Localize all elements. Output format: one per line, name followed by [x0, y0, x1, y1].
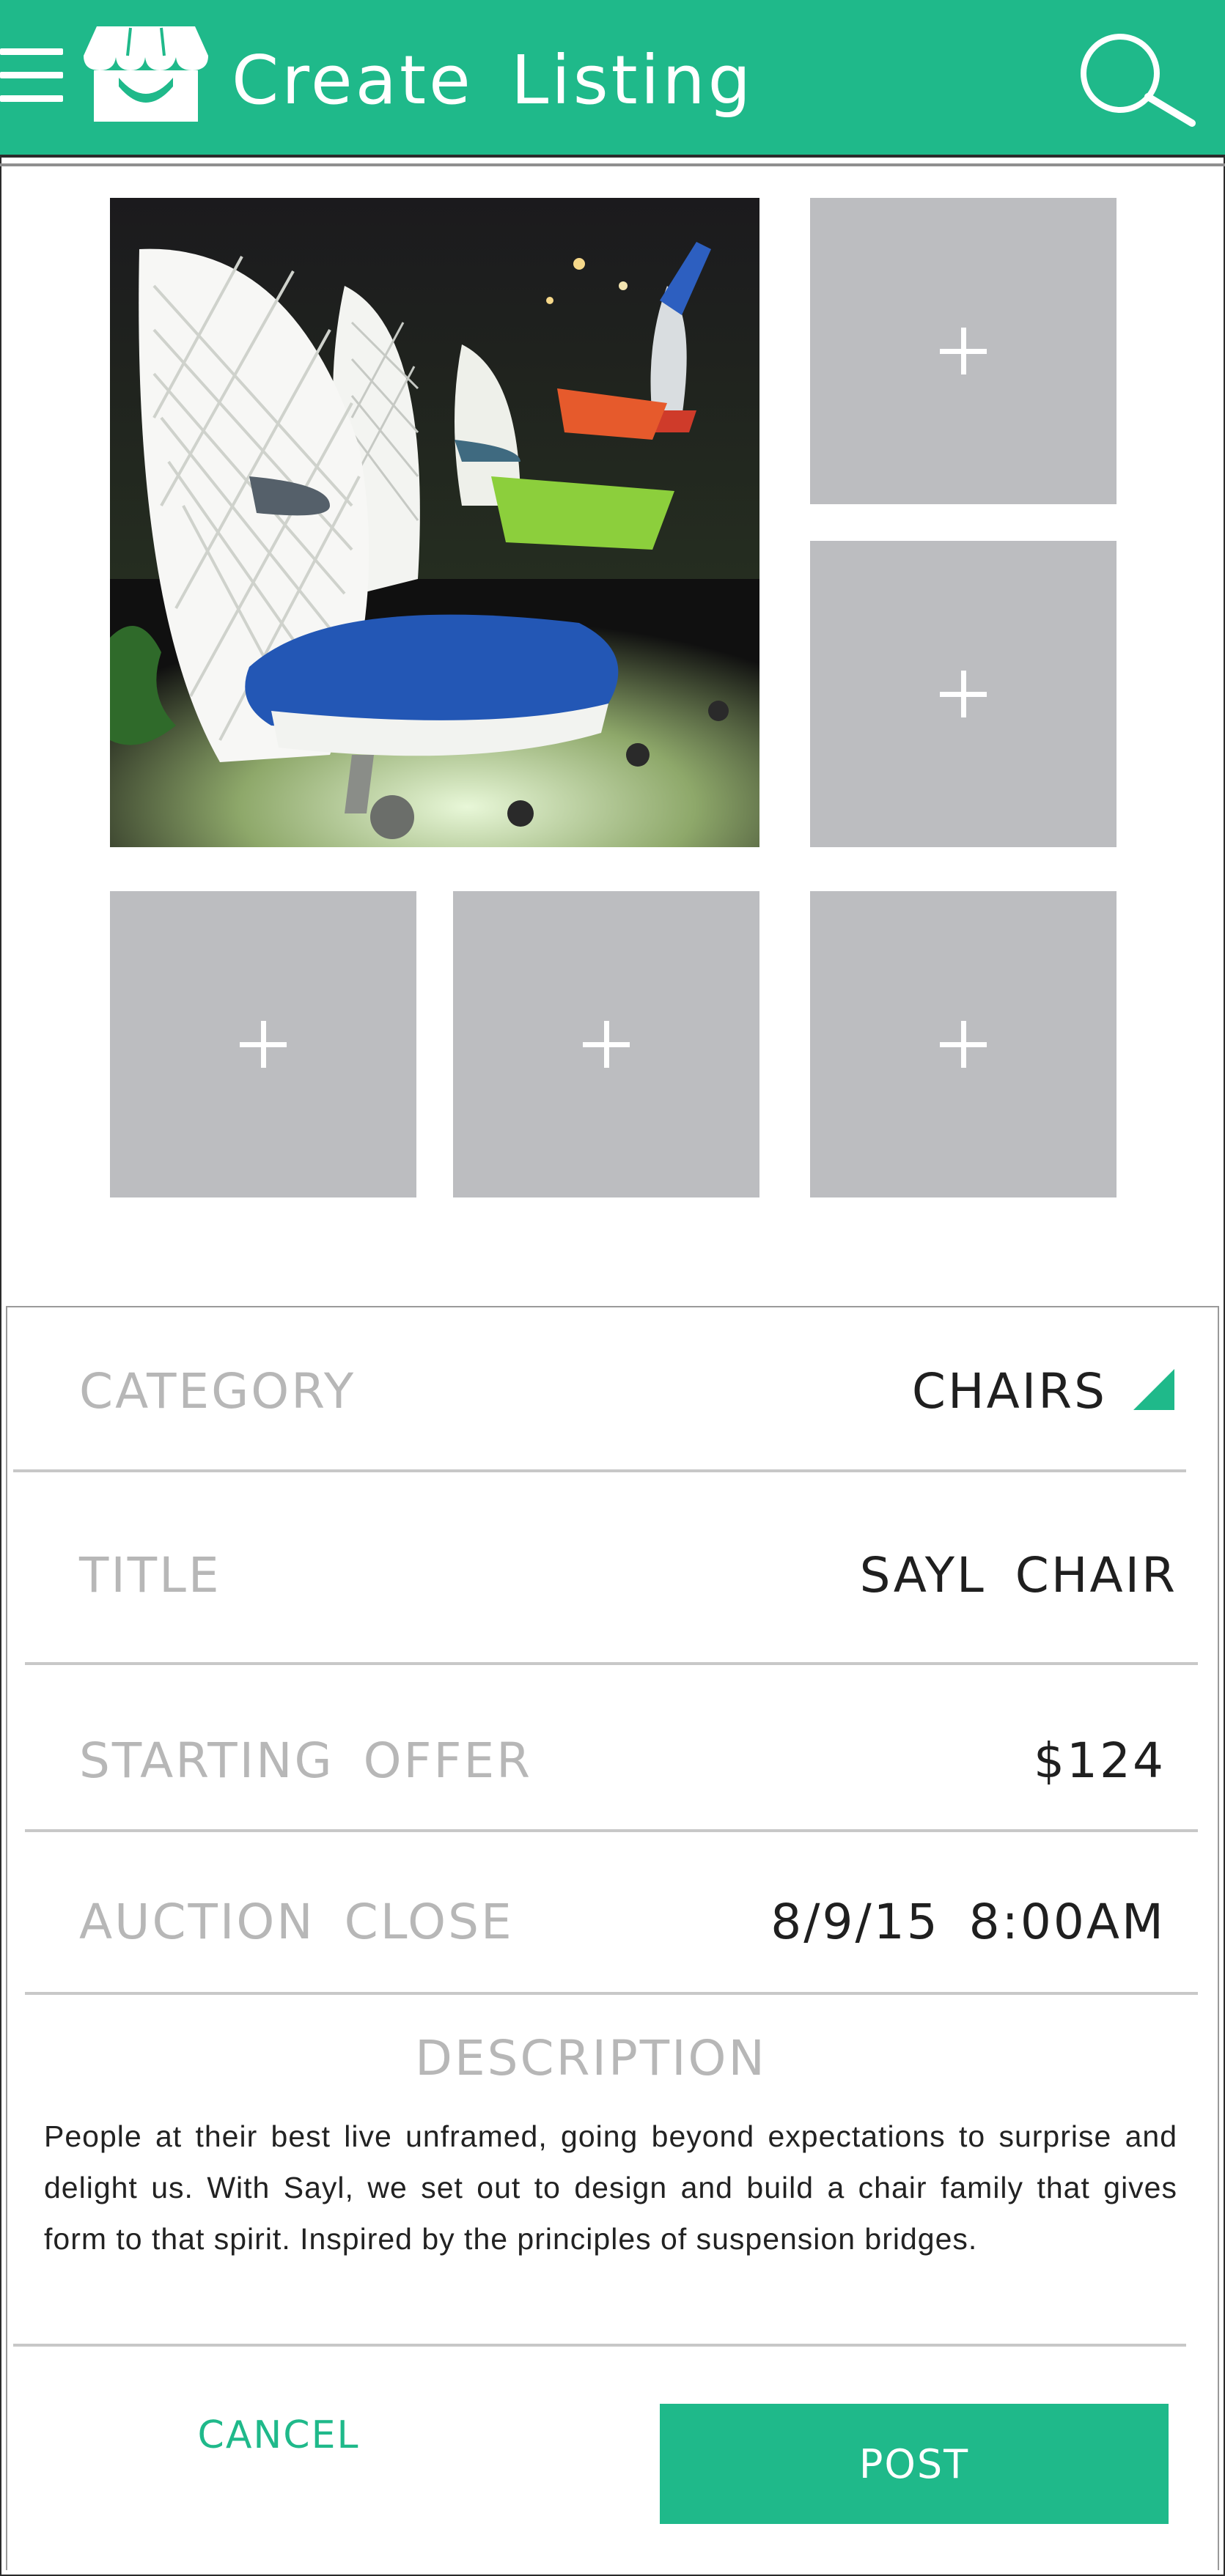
post-button[interactable]: POST: [660, 2404, 1169, 2524]
top-app-bar: Create Listing: [0, 0, 1225, 158]
add-photo-slot[interactable]: [810, 541, 1117, 847]
divider: [25, 1992, 1198, 1995]
add-photo-slot[interactable]: [110, 891, 416, 1197]
starting-offer-label: STARTING OFFER: [79, 1732, 533, 1789]
description-textarea[interactable]: People at their best live unframed, goin…: [44, 2111, 1177, 2265]
auction-close-label: AUCTION CLOSE: [79, 1894, 514, 1950]
dropdown-triangle-icon[interactable]: [1133, 1369, 1174, 1410]
office-chairs-photo[interactable]: [110, 198, 759, 847]
header-divider: [0, 163, 1225, 166]
plus-icon: [940, 1021, 987, 1068]
divider: [25, 1662, 1198, 1665]
divider: [13, 1469, 1186, 1472]
add-photo-slot[interactable]: [810, 891, 1117, 1197]
starting-offer-field[interactable]: $124: [865, 1737, 1166, 1785]
add-photo-slot[interactable]: [810, 198, 1117, 504]
plus-icon: [940, 328, 987, 374]
cancel-button[interactable]: CANCEL: [117, 2402, 440, 2468]
page-title: Create Listing: [232, 41, 754, 119]
hamburger-menu-icon[interactable]: [0, 45, 65, 110]
description-label: DESCRIPTION: [415, 2030, 767, 2086]
search-icon[interactable]: [1072, 29, 1196, 132]
category-label: CATEGORY: [79, 1363, 356, 1420]
plus-icon: [583, 1021, 630, 1068]
add-photo-slot[interactable]: [453, 891, 759, 1197]
category-select[interactable]: CHAIRS: [806, 1368, 1107, 1416]
divider: [13, 2344, 1186, 2347]
divider: [25, 1829, 1198, 1832]
title-field[interactable]: SAYL CHAIR: [733, 1551, 1177, 1600]
plus-icon: [940, 671, 987, 717]
auction-close-field[interactable]: 8/9/15 8:00AM: [704, 1898, 1166, 1946]
plus-icon: [240, 1021, 287, 1068]
post-button-label: POST: [858, 2440, 970, 2487]
storefront-icon[interactable]: [82, 23, 210, 123]
title-label: TITLE: [79, 1547, 221, 1603]
